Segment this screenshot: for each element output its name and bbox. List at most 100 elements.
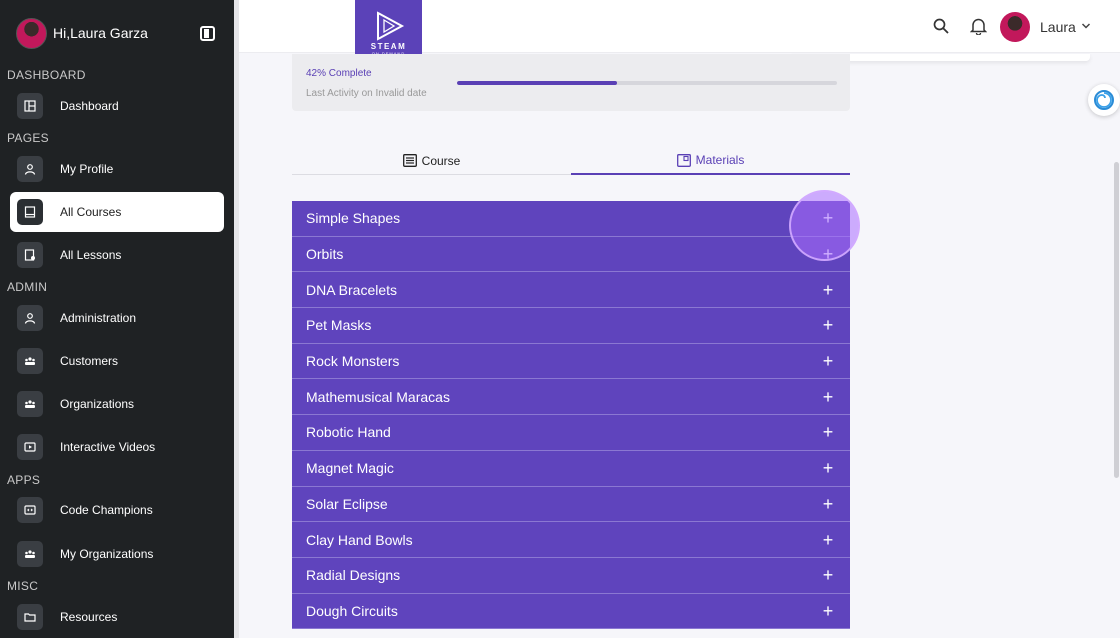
sidebar-item-label: All Courses	[60, 205, 122, 219]
materials-accordion: Simple Shapes+Orbits+DNA Bracelets+Pet M…	[292, 201, 850, 630]
accordion-item[interactable]: Radial Designs +	[292, 557, 850, 594]
sidebar-item-customers[interactable]: Customers	[10, 341, 224, 381]
sidebar-item-my-profile[interactable]: My Profile	[10, 149, 224, 189]
sidebar-item-interactive-videos[interactable]: Interactive Videos	[10, 427, 224, 467]
accordion-item-title: Rock Monsters	[306, 353, 400, 370]
expand-plus-icon[interactable]: +	[820, 316, 836, 334]
accordion-item-title: Simple Shapes	[306, 210, 401, 227]
sidebar-item-label: Interactive Videos	[60, 440, 156, 454]
collapse-sidebar-icon[interactable]	[200, 26, 215, 41]
sidebar-item-label: Code Champions	[60, 503, 153, 517]
section-title-misc: MISC	[7, 579, 39, 593]
expand-plus-icon[interactable]: +	[820, 495, 836, 513]
group-icon	[17, 391, 43, 417]
sidebar-item-label: My Organizations	[60, 547, 154, 561]
expand-plus-icon[interactable]: +	[820, 388, 836, 406]
tab-materials[interactable]: Materials	[571, 147, 850, 175]
sidebar-user-name: Hi,Laura Garza	[53, 25, 148, 41]
tab-course-label: Course	[421, 153, 461, 168]
sidebar-item-organizations[interactable]: Organizations	[10, 384, 224, 424]
section-title-apps: APPS	[7, 473, 41, 487]
expand-plus-icon[interactable]: +	[820, 566, 836, 584]
sidebar-item-label: Organizations	[60, 397, 135, 411]
sidebar-item-label: Customers	[60, 354, 119, 368]
code-icon	[17, 497, 43, 523]
logo-text: STEAM	[370, 42, 407, 51]
sidebar-item-code-champions[interactable]: Code Champions	[10, 490, 224, 530]
materials-icon	[676, 153, 691, 167]
sidebar-user[interactable]: Hi,Laura Garza	[16, 17, 218, 49]
section-title-admin: ADMIN	[7, 280, 48, 294]
chevron-down-icon[interactable]	[1081, 21, 1091, 31]
accordion-item[interactable]: Magnet Magic +	[292, 450, 850, 487]
accordion-item[interactable]: Simple Shapes+	[292, 201, 850, 237]
section-title-pages: PAGES	[7, 131, 49, 145]
user-icon	[17, 156, 43, 182]
accordion-item-title: Mathemusical Maracas	[306, 388, 450, 405]
dashboard-icon	[17, 93, 43, 119]
accordion-item-title: Orbits	[306, 246, 344, 263]
accordion-item[interactable]: Solar Eclipse +	[292, 486, 850, 523]
click-indicator	[789, 190, 860, 261]
course-tabs: Course Materials	[292, 147, 850, 175]
group-icon	[17, 541, 43, 567]
video-icon	[17, 434, 43, 460]
scrollbar[interactable]	[1114, 162, 1119, 478]
sidebar-item-all-courses[interactable]: All Courses	[10, 192, 224, 232]
list-icon	[402, 154, 417, 167]
sidebar-item-label: My Profile	[60, 162, 114, 176]
expand-plus-icon[interactable]: +	[820, 459, 836, 477]
tab-materials-label: Materials	[695, 153, 745, 167]
accordion-item[interactable]: DNA Bracelets +	[292, 272, 850, 309]
accordion-item-title: Radial Designs	[306, 567, 401, 584]
sidebar: Hi,Laura Garza DASHBOARD Dashboard PAGES…	[0, 0, 234, 638]
bell-icon[interactable]	[970, 17, 987, 35]
course-progress-card: 42% Complete Last Activity on Invalid da…	[292, 54, 850, 111]
user-icon	[17, 305, 43, 331]
tab-course[interactable]: Course	[292, 147, 571, 174]
folder-icon	[17, 604, 43, 630]
expand-plus-icon[interactable]: +	[820, 602, 836, 620]
header-user-name[interactable]: Laura	[1040, 19, 1076, 35]
section-title-dashboard: DASHBOARD	[7, 68, 86, 82]
accordion-item[interactable]: Mathemusical Maracas +	[292, 379, 850, 416]
progress-percent-label: 42% Complete	[306, 68, 372, 79]
sidebar-border	[234, 0, 239, 638]
expand-plus-icon[interactable]: +	[820, 352, 836, 370]
sidebar-item-resources[interactable]: Resources	[10, 597, 224, 637]
lesson-icon	[17, 242, 43, 268]
accordion-item[interactable]: Clay Hand Bowls +	[292, 522, 850, 558]
accordion-item-title: Magnet Magic	[306, 460, 394, 477]
accordion-item-title: Robotic Hand	[306, 424, 391, 441]
play-logo-icon	[376, 11, 404, 41]
sidebar-item-administration[interactable]: Administration	[10, 298, 224, 338]
expand-plus-icon[interactable]: +	[820, 281, 836, 299]
sidebar-item-label: Administration	[60, 311, 137, 325]
spiral-icon	[1094, 90, 1114, 110]
accordion-item[interactable]: Robotic Hand +	[292, 415, 850, 451]
accordion-item-title: Clay Hand Bowls	[306, 531, 413, 548]
book-icon	[17, 199, 43, 225]
group-icon	[17, 348, 43, 374]
avatar[interactable]	[1000, 12, 1030, 42]
avatar[interactable]	[16, 17, 47, 49]
accordion-item-title: DNA Bracelets	[306, 281, 398, 298]
progress-bar-fill	[457, 81, 617, 85]
sidebar-item-label: All Lessons	[60, 248, 122, 262]
accordion-item-title: Dough Circuits	[306, 602, 398, 619]
accordion-item-title: Pet Masks	[306, 317, 372, 334]
expand-plus-icon[interactable]: +	[820, 423, 836, 441]
accordion-item[interactable]: Orbits+	[292, 236, 850, 273]
accordion-item[interactable]: Pet Masks +	[292, 308, 850, 344]
sidebar-item-label: Dashboard	[60, 99, 119, 113]
search-icon[interactable]	[933, 18, 949, 34]
accordion-item[interactable]: Rock Monsters +	[292, 343, 850, 380]
sidebar-item-dashboard[interactable]: Dashboard	[10, 86, 224, 126]
assistant-button[interactable]	[1088, 84, 1120, 116]
sidebar-item-my-organizations[interactable]: My Organizations	[10, 534, 224, 574]
expand-plus-icon[interactable]: +	[820, 531, 836, 549]
sidebar-item-all-lessons[interactable]: All Lessons	[10, 235, 224, 275]
progress-bar	[457, 81, 837, 85]
accordion-item[interactable]: Dough Circuits +	[292, 593, 850, 630]
sidebar-item-label: Resources	[60, 610, 118, 624]
